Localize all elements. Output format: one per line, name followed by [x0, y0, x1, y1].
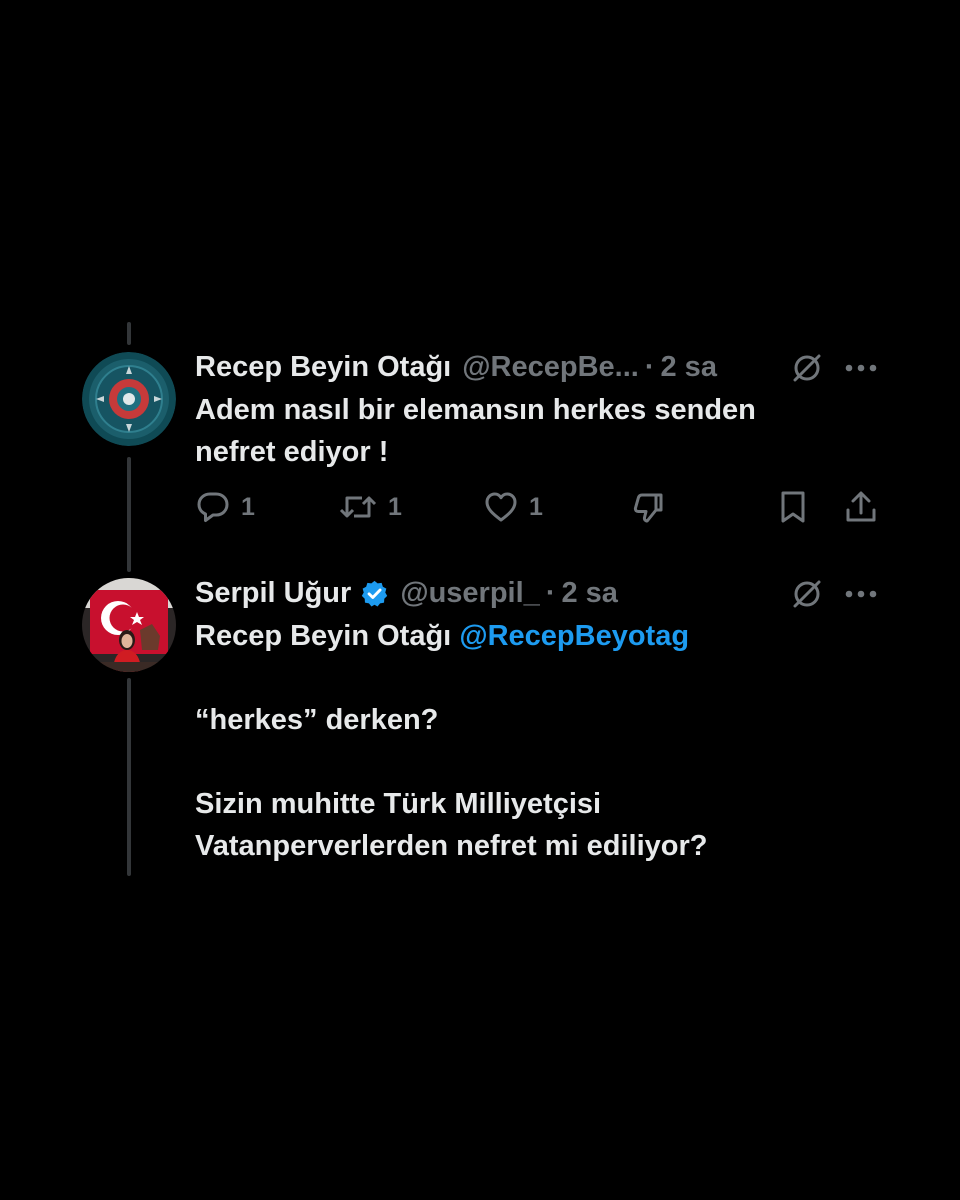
tweet-2-header: Serpil Uğur @userpil_ · 2 sa — [195, 573, 618, 613]
author-handle[interactable]: @RecepBe... — [462, 347, 639, 387]
avatar-recep-beyin-otagi[interactable] — [82, 352, 176, 446]
author-name[interactable]: Serpil Uğur — [195, 573, 351, 613]
thread-line-top — [127, 322, 131, 345]
verified-badge-icon[interactable] — [360, 579, 389, 608]
thread-line-bottom — [127, 678, 131, 876]
grok-icon[interactable] — [790, 577, 824, 611]
reply-to-name: Recep Beyin Otağı — [195, 620, 452, 652]
share-icon — [846, 491, 876, 522]
timestamp[interactable]: 2 sa — [561, 573, 617, 613]
separator-dot: · — [644, 351, 655, 383]
more-icon[interactable] — [845, 363, 877, 373]
tweet-2-text: Recep Beyin Otağı @RecepBeyotag “herkes”… — [195, 615, 895, 867]
author-handle[interactable]: @userpil_ — [400, 573, 540, 613]
more-icon[interactable] — [845, 589, 877, 599]
like-button[interactable]: 1 — [483, 488, 543, 526]
like-count: 1 — [529, 492, 543, 521]
reply-button[interactable]: 1 — [195, 488, 255, 526]
tweet-1-header: Recep Beyin Otağı @RecepBe... · 2 sa — [195, 347, 717, 387]
dislike-icon — [633, 493, 663, 523]
thread-line-middle — [127, 457, 131, 572]
like-icon — [485, 492, 517, 522]
reply-icon — [197, 492, 229, 522]
grok-icon[interactable] — [790, 351, 824, 385]
timestamp[interactable]: 2 sa — [661, 347, 717, 387]
tweet-paragraph: Sizin muhitte Türk Milliyetçisi Vatanper… — [195, 788, 708, 862]
retweet-button[interactable]: 1 — [338, 488, 402, 526]
author-name[interactable]: Recep Beyin Otağı — [195, 347, 451, 387]
tweet-1-actions: 1 1 1 — [195, 488, 885, 526]
bookmark-icon — [781, 491, 805, 523]
share-button[interactable] — [843, 488, 879, 526]
tweet-1-text: Adem nasıl bir elemansın herkes senden n… — [195, 394, 756, 468]
mention-link[interactable]: @RecepBeyotag — [459, 620, 689, 652]
retweet-icon — [339, 496, 377, 518]
dislike-button[interactable] — [631, 488, 667, 526]
separator-dot: · — [545, 577, 556, 609]
retweet-count: 1 — [388, 492, 402, 521]
avatar-serpil-ugur[interactable] — [82, 578, 176, 672]
reply-count: 1 — [241, 492, 255, 521]
bookmark-button[interactable] — [776, 488, 810, 526]
reply-to-line: Recep Beyin Otağı @RecepBeyotag — [195, 615, 895, 657]
tweet-paragraph: “herkes” derken? — [195, 704, 439, 736]
